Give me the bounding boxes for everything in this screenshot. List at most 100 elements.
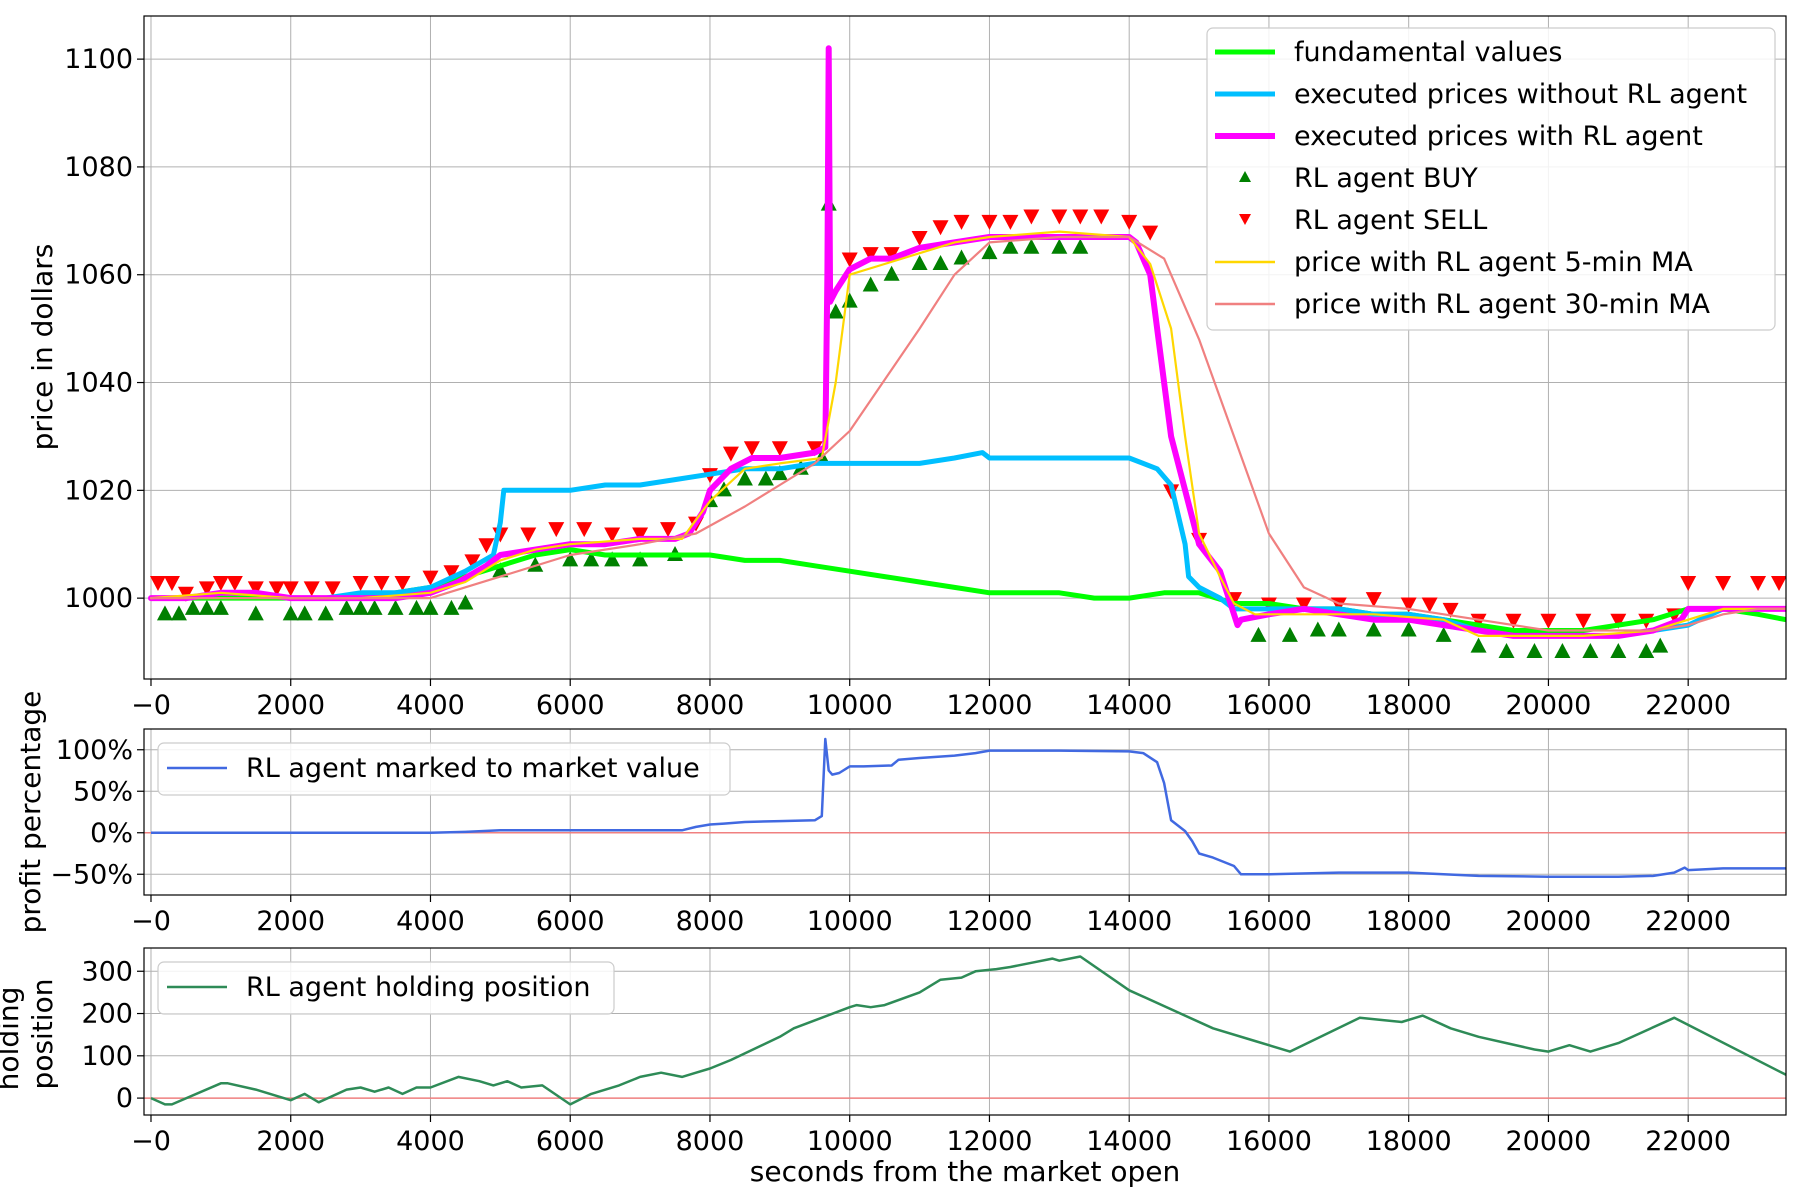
x-tick-label: 22000 xyxy=(1645,690,1731,721)
legend-label-mtm: RL agent marked to market value xyxy=(246,753,700,784)
y-tick-label: 100 xyxy=(81,1041,133,1072)
sell-marker xyxy=(520,527,537,543)
sell-marker xyxy=(163,575,180,591)
buy-marker xyxy=(932,254,949,270)
legend-label-ma5: price with RL agent 5-min MA xyxy=(1294,247,1693,278)
y-tick-label: 0% xyxy=(90,818,133,849)
sell-marker xyxy=(1121,214,1138,230)
sell-marker xyxy=(1051,209,1068,225)
sell-marker xyxy=(1575,613,1592,629)
sell-marker xyxy=(953,214,970,230)
sell-marker xyxy=(981,214,998,230)
buy-marker xyxy=(408,599,425,615)
buy-marker xyxy=(457,594,474,610)
x-tick-label: 20000 xyxy=(1505,1126,1591,1157)
legend-label-sell: RL agent SELL xyxy=(1294,205,1487,236)
sell-marker xyxy=(373,575,390,591)
holding-y-axis-label-line-1: holding xyxy=(0,987,25,1091)
sell-marker xyxy=(743,441,760,457)
sell-marker xyxy=(303,581,320,597)
buy-marker xyxy=(1400,621,1417,637)
y-tick-label: 1060 xyxy=(64,260,133,291)
buy-marker xyxy=(1309,621,1326,637)
sell-marker xyxy=(911,231,928,246)
y-tick-label: 300 xyxy=(81,956,133,987)
buy-marker xyxy=(170,605,187,621)
x-tick-label: 10000 xyxy=(807,1126,893,1157)
buy-marker xyxy=(1582,643,1599,659)
buy-marker xyxy=(212,599,229,615)
buy-marker xyxy=(1281,626,1298,642)
sell-marker xyxy=(1002,214,1019,230)
sell-marker xyxy=(226,575,243,591)
x-tick-label: 10000 xyxy=(807,906,893,937)
buy-marker xyxy=(827,303,844,319)
x-tick-label: 2000 xyxy=(256,906,325,937)
buy-marker xyxy=(198,599,215,615)
x-tick-label: 6000 xyxy=(536,690,605,721)
y-tick-label: 1040 xyxy=(64,368,133,399)
sell-marker xyxy=(1023,209,1040,225)
y-tick-label: 200 xyxy=(81,999,133,1030)
sell-marker xyxy=(352,575,369,591)
sell-marker xyxy=(282,581,299,597)
buy-marker xyxy=(156,605,173,621)
holding-y-axis-label: holding position xyxy=(0,978,59,1091)
fundamental-values-line xyxy=(148,547,1786,633)
y-tick-label: −50% xyxy=(50,859,133,890)
x-tick-label: 16000 xyxy=(1226,690,1312,721)
buy-marker xyxy=(841,292,858,308)
legend-label-ma30: price with RL agent 30-min MA xyxy=(1294,289,1710,320)
figure: −0 2000 4000 6000 8000 10000 12000 14000 16000 18… xyxy=(0,0,1800,1200)
buy-marker xyxy=(1498,643,1515,659)
buy-marker xyxy=(1435,626,1452,642)
y-tick-label: 1100 xyxy=(64,44,133,75)
buy-marker xyxy=(366,599,383,615)
y-tick-label: 1020 xyxy=(64,475,133,506)
sell-marker xyxy=(1680,575,1697,591)
buy-marker xyxy=(883,265,900,281)
x-tick-label: 8000 xyxy=(676,906,745,937)
price-legend: fundamental values executed prices witho… xyxy=(1206,27,1776,331)
buy-marker xyxy=(1610,643,1627,659)
x-tick-label: 4000 xyxy=(396,1126,465,1157)
sell-marker xyxy=(1540,613,1557,629)
price-y-axis-label: price in dollars xyxy=(26,244,59,451)
sell-marker xyxy=(722,446,739,462)
x-tick-label: 16000 xyxy=(1226,906,1312,937)
y-tick-label: 50% xyxy=(73,776,133,807)
x-tick-label: 6000 xyxy=(536,906,605,937)
x-tick-label: 22000 xyxy=(1645,1126,1731,1157)
profit-legend: RL agent marked to market value xyxy=(157,742,731,796)
sell-marker xyxy=(1072,209,1089,225)
sell-marker xyxy=(660,522,677,538)
legend-label-holding: RL agent holding position xyxy=(246,972,591,1003)
x-tick-label: 14000 xyxy=(1086,690,1172,721)
buy-marker xyxy=(387,599,404,615)
x-tick-label: 14000 xyxy=(1086,906,1172,937)
x-tick-label: 20000 xyxy=(1505,690,1591,721)
chart-canvas: −0 2000 4000 6000 8000 10000 12000 14000 16000 18… xyxy=(0,15,1787,1188)
y-tick-label: 1080 xyxy=(64,152,133,183)
y-tick-label: 100% xyxy=(56,735,133,766)
x-tick-label: 10000 xyxy=(807,690,893,721)
x-tick-label: 22000 xyxy=(1645,906,1731,937)
sell-marker xyxy=(771,441,788,457)
sell-marker xyxy=(932,220,949,236)
x-tick-label: 8000 xyxy=(676,690,745,721)
x-tick-label: 2000 xyxy=(256,1126,325,1157)
buy-marker xyxy=(1250,626,1267,642)
x-tick-label: 12000 xyxy=(947,690,1033,721)
buy-marker xyxy=(1023,238,1040,254)
holding-y-axis-label-line-2: position xyxy=(26,979,59,1090)
buy-marker xyxy=(338,599,355,615)
buy-marker xyxy=(1051,238,1068,254)
profit-panel: −0 2000 4000 6000 8000 10000 12000 14000 16000 18… xyxy=(14,691,1787,937)
sell-marker xyxy=(548,522,565,538)
x-tick-label: 4000 xyxy=(396,690,465,721)
x-tick-label: 14000 xyxy=(1086,1126,1172,1157)
buy-marker xyxy=(443,599,460,615)
y-tick-label: 0 xyxy=(116,1083,133,1114)
legend-label-with-rl: executed prices with RL agent xyxy=(1294,121,1703,152)
buy-marker xyxy=(911,254,928,270)
